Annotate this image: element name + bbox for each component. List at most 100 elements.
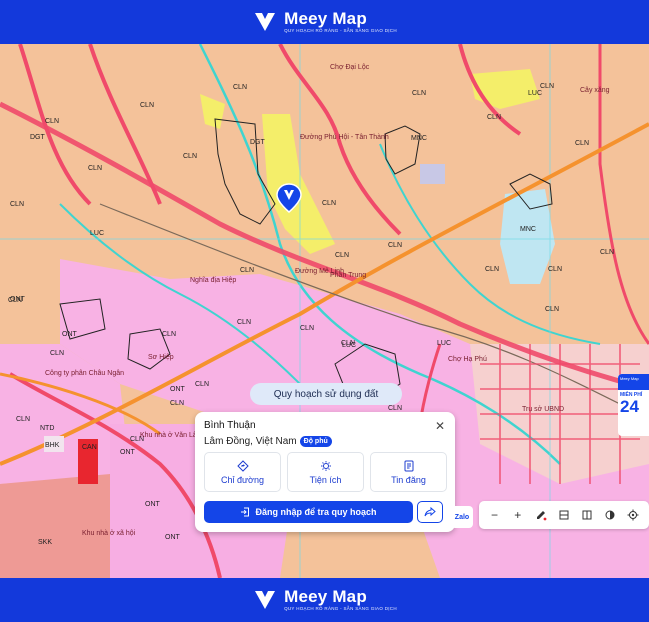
meey-logo-icon xyxy=(255,591,276,609)
location-subtitle: Lâm Đồng, Việt Nam xyxy=(204,436,297,447)
land-use-label: NTD xyxy=(40,425,55,432)
location-subtitle-row: Lâm Đồng, Việt Nam Độ phủ xyxy=(204,436,332,447)
land-use-label: CLN xyxy=(485,266,500,273)
place-label: Chợ Hạ Phú xyxy=(448,356,487,363)
location-card: Bình Thuận Lâm Đồng, Việt Nam Độ phủ ✕ C… xyxy=(195,412,455,532)
brand-logo-bottom: Meey Map QUY HOẠCH RÕ RÀNG - SẴN SÀNG GI… xyxy=(252,587,397,613)
location-title: Bình Thuận xyxy=(204,420,256,431)
land-use-label: ONT xyxy=(170,386,185,393)
place-label: Cây xăng xyxy=(580,87,610,94)
land-use-label: CLN xyxy=(240,267,255,274)
land-use-label: CLN xyxy=(195,381,210,388)
land-use-label: LUC xyxy=(437,340,452,347)
brand-tagline: QUY HOẠCH RÕ RÀNG - SẴN SÀNG GIAO DỊCH xyxy=(284,28,397,34)
land-use-label: DGT xyxy=(30,134,45,141)
layer-chip[interactable]: Quy hoạch sử dụng đất xyxy=(250,383,402,405)
land-use-label: ONT xyxy=(10,296,25,303)
place-label: Khu nhà ở Văn Lâm xyxy=(140,432,203,439)
land-use-label: CLN xyxy=(237,319,252,326)
land-use-label: CLN xyxy=(575,140,590,147)
land-use-label: CLN xyxy=(540,83,555,90)
land-use-label: CLN xyxy=(10,201,25,208)
promo-header: Meey Map xyxy=(618,374,649,390)
land-use-label: LUC xyxy=(342,342,357,349)
land-use-label: CLN xyxy=(45,118,60,125)
login-label: Đăng nhập để tra quy hoạch xyxy=(255,507,377,517)
land-use-label: ONT xyxy=(165,534,180,541)
place-label: Nghĩa địa Hiệp xyxy=(190,277,237,284)
land-use-label: CLN xyxy=(322,200,337,207)
promo-big-number: 24 xyxy=(620,397,639,416)
land-use-label: CLN xyxy=(50,350,65,357)
zalo-button[interactable]: Zalo xyxy=(451,506,473,528)
land-use-label: CAN xyxy=(82,444,97,451)
land-use-label: CLN xyxy=(545,306,560,313)
land-use-label: CLN xyxy=(600,249,615,256)
land-use-label: CLN xyxy=(487,114,502,121)
land-use-label: BHK xyxy=(45,442,60,449)
utilities-button[interactable]: Tiện ích xyxy=(287,452,364,492)
land-use-label: CLN xyxy=(233,84,248,91)
land-use-label: CLN xyxy=(548,266,563,273)
top-brand-bar: Meey Map QUY HOẠCH RÕ RÀNG - SẴN SÀNG GI… xyxy=(0,0,649,44)
place-label: Trụ sở UBND xyxy=(522,406,565,413)
opacity-icon[interactable] xyxy=(602,507,618,523)
land-use-label: CLN xyxy=(170,400,185,407)
locate-icon[interactable] xyxy=(625,507,641,523)
land-use-label: CLN xyxy=(335,252,350,259)
map-toolbar: − + xyxy=(479,501,649,529)
split-view-icon[interactable] xyxy=(579,507,595,523)
close-icon[interactable]: ✕ xyxy=(435,419,445,433)
land-use-label: ONT xyxy=(62,331,77,338)
land-use-label: ONT xyxy=(120,449,135,456)
land-use-label: CLN xyxy=(140,102,155,109)
meey-logo-icon xyxy=(255,13,276,31)
land-use-label: CLN xyxy=(162,331,177,338)
place-label: Công ty phân Châu Ngân xyxy=(45,370,124,377)
layers-icon[interactable] xyxy=(556,507,572,523)
zoom-out-icon[interactable]: − xyxy=(487,507,503,523)
land-use-label: DGT xyxy=(250,139,265,146)
listings-icon xyxy=(404,460,413,471)
card-actions: Chỉ đường Tiện ích Tin đăng xyxy=(204,452,447,492)
land-use-label: CLN xyxy=(183,153,198,160)
directions-label: Chỉ đường xyxy=(221,474,264,485)
land-use-label: LUC xyxy=(90,230,105,237)
layer-chip-label: Quy hoạch sử dụng đất xyxy=(273,388,379,400)
place-label: Sơ Hiệp xyxy=(148,354,174,361)
directions-button[interactable]: Chỉ đường xyxy=(204,452,281,492)
land-use-label: LUC xyxy=(528,90,543,97)
draw-icon[interactable] xyxy=(533,507,549,523)
place-label: Chợ Đại Lộc xyxy=(330,64,370,71)
listings-button[interactable]: Tin đăng xyxy=(370,452,447,492)
place-label: Đường Phú Hội - Tân Thành xyxy=(300,134,389,141)
brand-logo: Meey Map QUY HOẠCH RÕ RÀNG - SẴN SÀNG GI… xyxy=(252,9,397,35)
zoom-in-icon[interactable]: + xyxy=(510,507,526,523)
promo-banner[interactable]: Meey Map MIỄN PHÍ 24 xyxy=(618,374,649,436)
bottom-brand-bar: Meey Map QUY HOẠCH RÕ RÀNG - SẴN SÀNG GI… xyxy=(0,578,649,622)
share-button[interactable] xyxy=(417,501,443,523)
place-label: Phan Trung xyxy=(330,272,367,279)
brand-name: Meey Map xyxy=(284,9,367,29)
directions-icon xyxy=(236,459,249,472)
utilities-icon xyxy=(320,460,331,471)
land-use-label: CLN xyxy=(412,90,427,97)
brand-tagline-bottom: QUY HOẠCH RÕ RÀNG - SẴN SÀNG GIAO DỊCH xyxy=(284,606,397,612)
login-button[interactable]: Đăng nhập để tra quy hoạch xyxy=(204,501,413,523)
utilities-label: Tiện ích xyxy=(309,474,342,485)
brand-name-bottom: Meey Map xyxy=(284,587,367,607)
land-use-label: MNC xyxy=(411,135,427,142)
land-use-label: ONT xyxy=(145,501,160,508)
share-icon xyxy=(424,506,436,517)
land-use-label: CLN xyxy=(388,405,403,412)
land-use-label: SKK xyxy=(38,539,53,546)
listings-label: Tin đăng xyxy=(391,474,426,485)
land-use-label: CLN xyxy=(388,242,403,249)
coverage-badge[interactable]: Độ phủ xyxy=(299,436,332,447)
land-use-label: CLN xyxy=(88,165,103,172)
land-use-label: MNC xyxy=(520,226,536,233)
place-label: Khu nhà ở xã hội xyxy=(82,530,136,537)
land-use-label: CLN xyxy=(16,416,31,423)
login-icon xyxy=(241,507,250,517)
zalo-label: Zalo xyxy=(454,513,470,521)
